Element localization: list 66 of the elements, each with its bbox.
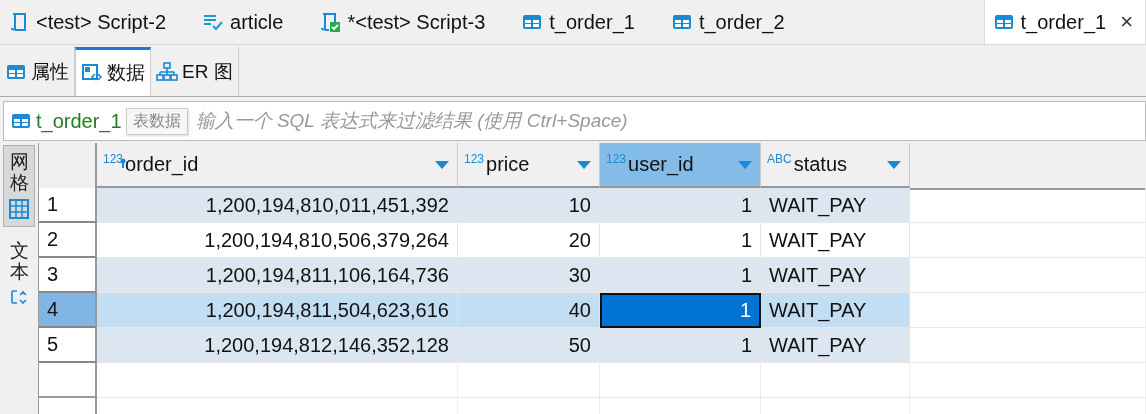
table-cell: 50 <box>458 328 600 363</box>
script-check-icon <box>319 11 342 33</box>
table-cell: WAIT_PAY <box>761 223 910 258</box>
tab-label: 属性 <box>31 59 69 84</box>
filter-input[interactable]: 输入一个 SQL 表达式来过滤结果 (使用 Ctrl+Space) <box>195 110 1145 132</box>
table-cell: 1 <box>600 223 761 258</box>
row-number[interactable]: 3 <box>39 258 97 293</box>
row-number[interactable]: 2 <box>39 223 97 258</box>
table-cell: 1,200,194,811,504,623,616 <box>97 293 458 328</box>
table-cell: 1 <box>600 293 761 328</box>
column-name: order_id <box>125 153 199 176</box>
editor-tab[interactable]: t_order_2 <box>662 0 813 44</box>
tab-label: 文本 <box>9 240 29 283</box>
column-name: price <box>486 153 530 176</box>
editor-tab[interactable]: t_order_1 × <box>983 0 1146 44</box>
type-label: ABC <box>767 152 792 166</box>
grid-icon <box>8 197 30 220</box>
row-number[interactable]: 1 <box>39 188 97 223</box>
table-cell: 1,200,194,810,011,451,392 <box>97 188 458 223</box>
diagram-icon <box>156 60 178 83</box>
row-number[interactable]: 5 <box>39 328 97 363</box>
table-cell: 1,200,194,810,506,379,264 <box>97 223 458 258</box>
view-tab[interactable]: ER 图 <box>151 47 239 96</box>
table-cell: WAIT_PAY <box>761 328 910 363</box>
tab-label: *<test> Script-3 <box>347 10 486 34</box>
tab-label: 网格 <box>9 152 29 194</box>
dropdown-caret-icon[interactable] <box>435 160 449 169</box>
dropdown-caret-icon[interactable] <box>738 160 752 169</box>
table-cell: 1,200,194,812,146,352,128 <box>97 328 458 363</box>
column-name: user_id <box>628 153 694 176</box>
editor-tab[interactable]: <test> Script-2 <box>0 0 195 44</box>
column-name: status <box>793 153 848 176</box>
dropdown-caret-icon[interactable] <box>577 160 591 169</box>
table-cell: 40 <box>458 293 600 328</box>
tab-label: 数据 <box>107 61 145 85</box>
tab-label: t_order_2 <box>698 10 785 34</box>
table-cell: 20 <box>458 223 600 258</box>
view-tab[interactable]: 数据 <box>75 47 151 96</box>
row-number[interactable]: 4 <box>39 293 97 328</box>
table-cell: 1 <box>600 258 761 293</box>
close-button[interactable]: × <box>1120 9 1133 35</box>
dropdown-caret-icon[interactable] <box>887 160 901 169</box>
type-label: 123 <box>464 152 485 166</box>
table-name-label: t_order_1 <box>36 109 122 133</box>
table-cell: WAIT_PAY <box>761 293 910 328</box>
tab-label: t_order_1 <box>549 10 635 34</box>
side-tab[interactable]: 文本 <box>3 234 35 315</box>
side-tab[interactable]: 网格 <box>3 145 35 227</box>
editor-tab[interactable]: t_order_1 <box>513 0 663 44</box>
filter-field[interactable]: t_order_1 表数据 输入一个 SQL 表达式来过滤结果 (使用 Ctrl+Space) <box>3 101 1146 141</box>
table-cell: WAIT_PAY <box>761 188 910 223</box>
table-cell: 30 <box>458 258 600 293</box>
table-cell: 1 <box>600 188 761 223</box>
tab-label: article <box>230 10 284 34</box>
type-label: 123 <box>103 152 124 166</box>
table-cell: WAIT_PAY <box>761 258 910 293</box>
tab-label: t_order_1 <box>1020 10 1107 34</box>
tab-label: <test> Script-2 <box>36 10 167 34</box>
editor-tab[interactable]: article <box>194 0 312 44</box>
table-cell: 10 <box>458 188 600 223</box>
table-cell: 1,200,194,811,106,164,736 <box>97 258 458 293</box>
table-cell: 1 <box>600 328 761 363</box>
type-label: 123 <box>606 152 627 166</box>
tooltip: 表数据 <box>125 107 188 135</box>
editor-tab[interactable]: *<test> Script-3 <box>311 0 514 44</box>
tab-label: ER 图 <box>182 59 233 84</box>
